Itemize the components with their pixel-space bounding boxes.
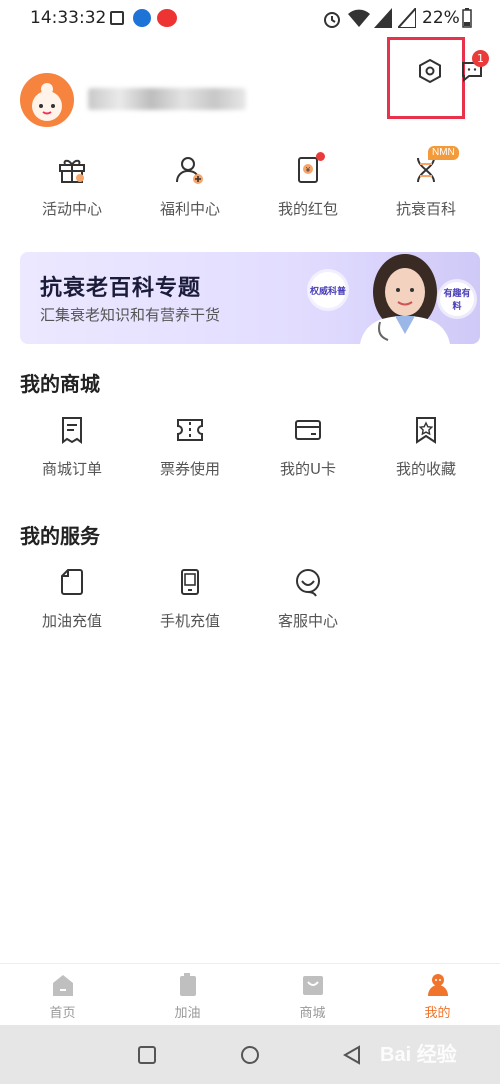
mall-grid: 商城订单 票券使用 我的U卡 我的收藏 [13, 412, 500, 479]
nav-label: 商城 [299, 1006, 326, 1021]
bottom-nav: 首页 加油 商城 我的 [0, 963, 500, 1026]
mail-notification-icon [110, 11, 124, 25]
fuel-card-icon [61, 569, 83, 595]
back-triangle-icon[interactable] [343, 1045, 361, 1065]
gift-icon [59, 159, 85, 183]
mall-item-favorites[interactable]: 我的收藏 [367, 412, 485, 479]
nav-label: 我的 [424, 1006, 451, 1021]
mall-item-u-card[interactable]: 我的U卡 [249, 412, 367, 479]
quick-action-welfare[interactable]: 福利中心 [131, 152, 249, 219]
banner-title: 抗衰老百科专题 [40, 276, 202, 301]
settings-button[interactable] [414, 55, 446, 87]
section-title-mall: 我的商城 [20, 372, 100, 396]
phone-icon [181, 569, 199, 595]
recent-apps-icon[interactable] [138, 1046, 156, 1064]
anti-aging-banner[interactable]: 抗衰老百科专题 汇集衰老知识和有营养干货 权威科普 有趣有料 [20, 252, 480, 344]
wifi-icon [348, 9, 370, 27]
banner-bubble-left: 权威科普 [310, 272, 346, 308]
red-dot-badge [316, 152, 325, 161]
quick-action-red-packet[interactable]: ¥ 我的红包 [249, 152, 367, 219]
status-bar: 14:33:32 22% [0, 0, 500, 36]
card-icon [295, 420, 321, 440]
service-item-label: 加油充值 [41, 612, 102, 630]
news-notification-icon [157, 9, 177, 27]
quick-action-label: 我的红包 [277, 200, 338, 218]
service-item-label: 客服中心 [277, 612, 338, 630]
avatar-mascot-icon [32, 83, 62, 121]
mall-item-tickets[interactable]: 票券使用 [131, 412, 249, 479]
mall-item-label: 我的收藏 [395, 460, 456, 478]
mall-item-orders[interactable]: 商城订单 [13, 412, 131, 479]
status-time: 14:33:32 [30, 8, 107, 28]
quick-actions: 活动中心 福利中心 ¥ 我的红包 NMN 抗衰百科 [13, 146, 500, 219]
quick-action-label: 活动中心 [41, 200, 102, 218]
nav-profile[interactable]: 我的 [375, 964, 500, 1026]
alarm-icon [324, 12, 340, 28]
battery-icon [462, 8, 472, 28]
quick-action-label: 福利中心 [159, 200, 220, 218]
shop-icon [302, 976, 323, 995]
signal-2-icon [398, 8, 416, 28]
battery-percent: 22% [422, 8, 460, 28]
mall-item-label: 我的U卡 [280, 460, 336, 478]
message-badge: 1 [472, 50, 489, 67]
mall-item-label: 票券使用 [159, 460, 220, 478]
signal-icon [374, 8, 392, 28]
banner-subtitle: 汇集衰老知识和有营养干货 [40, 306, 221, 324]
avatar[interactable] [20, 73, 74, 127]
quick-action-activity[interactable]: 活动中心 [13, 152, 131, 219]
app-notification-icon [133, 9, 151, 27]
watermark: Bai 经验 [380, 1044, 457, 1066]
nav-home[interactable]: 首页 [0, 964, 125, 1026]
section-title-services: 我的服务 [20, 524, 100, 548]
bookmark-star-icon [416, 417, 436, 444]
quick-action-label: 抗衰百科 [395, 200, 456, 218]
banner-bubble-right: 有趣有料 [440, 282, 474, 316]
headset-icon [296, 569, 320, 597]
fuel-icon [179, 973, 196, 996]
service-item-label: 手机充值 [159, 612, 220, 630]
order-icon [62, 417, 82, 444]
ticket-icon [177, 419, 203, 441]
nav-fuel[interactable]: 加油 [125, 964, 250, 1026]
nav-label: 首页 [49, 1006, 76, 1021]
profile-icon [427, 974, 448, 996]
service-item-phone-recharge[interactable]: 手机充值 [131, 564, 249, 631]
username-blurred [88, 88, 246, 110]
nav-label: 加油 [174, 1006, 201, 1021]
home-icon [52, 975, 73, 996]
nmn-tag: NMN [428, 146, 459, 160]
service-item-fuel-recharge[interactable]: 加油充值 [13, 564, 131, 631]
svg-text:¥: ¥ [306, 166, 311, 174]
settings-hexagon-icon [419, 58, 441, 84]
home-circle-icon[interactable] [240, 1045, 260, 1065]
mall-item-label: 商城订单 [41, 460, 102, 478]
user-plus-icon [176, 157, 203, 184]
quick-action-anti-aging[interactable]: NMN 抗衰百科 [367, 146, 485, 219]
services-grid: 加油充值 手机充值 客服中心 [13, 564, 500, 631]
nav-shop[interactable]: 商城 [250, 964, 375, 1026]
service-item-customer-service[interactable]: 客服中心 [249, 564, 367, 631]
